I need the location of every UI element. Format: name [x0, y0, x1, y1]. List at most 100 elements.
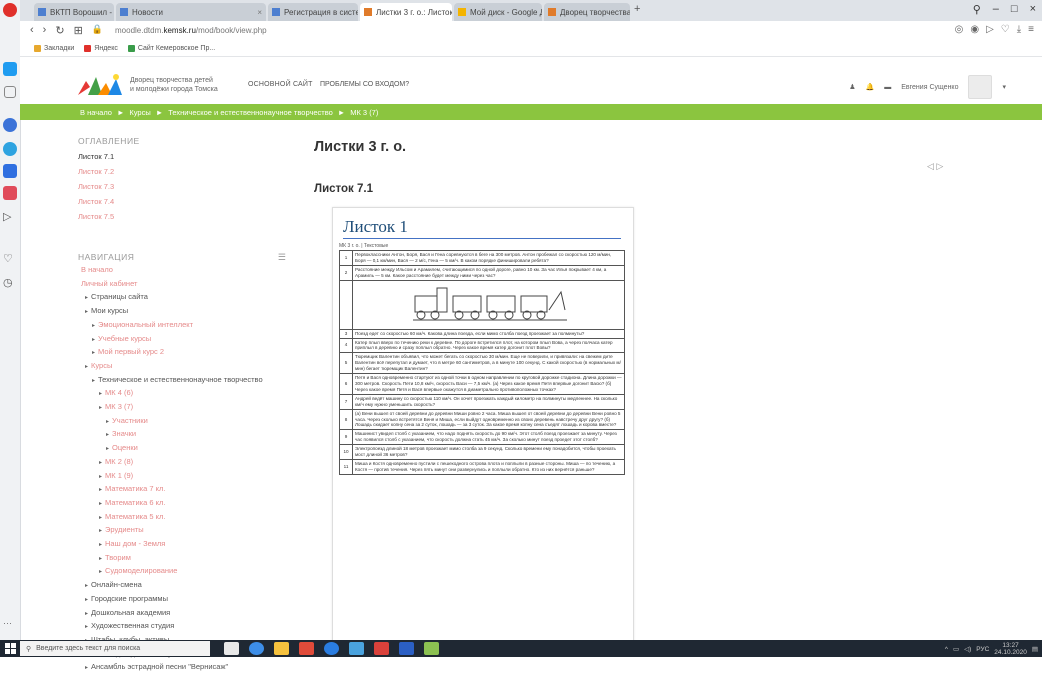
- snapshot-icon[interactable]: ◎: [955, 24, 964, 35]
- chrome-icon[interactable]: [324, 642, 339, 655]
- navigation-item[interactable]: ▸ МК 2 (8): [78, 456, 294, 470]
- navigation-item[interactable]: ▸ МК 1 (9): [78, 470, 294, 484]
- navigation-item[interactable]: ▸ МК 4 (6): [78, 387, 294, 401]
- task-view-icon[interactable]: [224, 642, 239, 655]
- close-window-button[interactable]: ×: [1030, 3, 1036, 16]
- breadcrumb-item[interactable]: В начало: [80, 108, 112, 117]
- back-icon[interactable]: ‹: [30, 24, 34, 37]
- navigation-item[interactable]: ▸ Творим: [78, 552, 294, 566]
- tab-news[interactable]: Новости ×: [116, 3, 266, 21]
- breadcrumb-item[interactable]: Курсы: [129, 108, 150, 117]
- navigation-item[interactable]: ▸ Эмоциональный интеллект: [78, 319, 294, 333]
- main-site-link[interactable]: ОСНОВНОЙ САЙТ: [248, 81, 313, 88]
- play-icon[interactable]: ▷: [986, 24, 994, 35]
- toc-item[interactable]: Листок 7.3: [78, 182, 294, 191]
- history-icon[interactable]: ◷: [3, 276, 17, 290]
- user-name[interactable]: Евгения Сущенко: [901, 84, 958, 91]
- search-tabs-icon[interactable]: ⚲: [973, 3, 981, 16]
- bell-icon[interactable]: 🔔: [866, 83, 875, 91]
- maximize-button[interactable]: □: [1011, 3, 1018, 16]
- url-field[interactable]: moodle.dtdm.kemsk.ru/mod/book/view.php: [115, 26, 267, 35]
- messages-icon[interactable]: ▬: [884, 84, 891, 91]
- navigation-item[interactable]: Личный кабинет: [78, 278, 294, 292]
- tab-google-drive[interactable]: Мой диск - Google Диск×: [454, 3, 542, 21]
- navigation-item[interactable]: ▸ Наш дом - Земля: [78, 538, 294, 552]
- messenger-icon[interactable]: [3, 62, 17, 76]
- more-icon[interactable]: ⋯: [3, 618, 17, 632]
- toc-item[interactable]: Листок 7.5: [78, 212, 294, 221]
- breadcrumb-item[interactable]: Техническое и естественнонаучное творчес…: [168, 108, 333, 117]
- navigation-item[interactable]: ▸ Курсы: [78, 360, 294, 374]
- photos-icon[interactable]: [424, 642, 439, 655]
- forward-icon[interactable]: ›: [43, 24, 47, 37]
- navigation-item[interactable]: ▸ Художественная студия: [78, 620, 294, 634]
- navigation-item[interactable]: ▸ Страницы сайта: [78, 291, 294, 305]
- new-tab-button[interactable]: +: [634, 3, 640, 15]
- pdf-icon[interactable]: [374, 642, 389, 655]
- navigation-item[interactable]: ▸ Мой первый курс 2: [78, 346, 294, 360]
- navigation-item[interactable]: ▸ Значки: [78, 428, 294, 442]
- vk-icon[interactable]: [3, 118, 17, 132]
- heart-icon[interactable]: ♡: [3, 252, 17, 266]
- home-icon[interactable]: [4, 86, 16, 98]
- tray-chevron-icon[interactable]: ^: [945, 646, 948, 653]
- vpn-icon[interactable]: ◉: [970, 24, 979, 35]
- navigation-item[interactable]: ▸ Учебные курсы: [78, 333, 294, 347]
- close-icon[interactable]: ×: [254, 8, 262, 17]
- telegram-icon[interactable]: [3, 142, 17, 156]
- download-icon[interactable]: ⤓: [1017, 24, 1021, 35]
- tab-active-page[interactable]: Листки 3 г. о.: Листок 7.1×: [360, 3, 452, 21]
- volume-icon[interactable]: ◁): [964, 645, 971, 653]
- navigation-item[interactable]: ▸ Математика 6 кл.: [78, 497, 294, 511]
- edge-icon[interactable]: [249, 642, 264, 655]
- tab-dtdm[interactable]: Дворец творчества детей×: [544, 3, 630, 21]
- opera-taskbar-icon[interactable]: [299, 642, 314, 655]
- reload-icon[interactable]: ↻: [55, 24, 64, 37]
- word-icon[interactable]: [399, 642, 414, 655]
- navigation-item[interactable]: ▸ Судомоделирование: [78, 565, 294, 579]
- whatsapp-icon[interactable]: [3, 164, 17, 178]
- chapter-navigation[interactable]: ◁ ▷: [927, 161, 943, 172]
- site-logo[interactable]: [76, 73, 124, 97]
- navigation-item[interactable]: ▸ Оценки: [78, 442, 294, 456]
- breadcrumb-item[interactable]: МК 3 (7): [350, 108, 378, 117]
- clock[interactable]: 13:27 24.10.2020: [994, 642, 1027, 656]
- player-icon[interactable]: ▷: [3, 210, 17, 224]
- explorer-icon[interactable]: [274, 642, 289, 655]
- navigation-item[interactable]: ▸ Городские программы: [78, 593, 294, 607]
- login-help-link[interactable]: ПРОБЛЕМЫ СО ВХОДОМ?: [320, 81, 409, 88]
- bookmark-item[interactable]: Яндекс: [84, 45, 118, 52]
- navigation-item[interactable]: ▸ Математика 7 кл.: [78, 483, 294, 497]
- navigation-item[interactable]: ▸ Техническое и естественнонаучное творче…: [78, 374, 294, 388]
- opera-logo-icon[interactable]: [3, 3, 17, 17]
- navigation-item[interactable]: ▸ Онлайн-смена: [78, 579, 294, 593]
- language-indicator[interactable]: РУС: [976, 646, 989, 653]
- avatar[interactable]: [968, 75, 993, 99]
- navigation-item[interactable]: ▸ Участники: [78, 415, 294, 429]
- notifications-center-icon[interactable]: ▤: [1032, 645, 1038, 653]
- notifications-icon[interactable]: ♟: [849, 83, 855, 91]
- navigation-item[interactable]: В начало: [78, 264, 294, 278]
- bookmark-item[interactable]: Сайт Кемеровское Пр...: [127, 45, 215, 52]
- navigation-item[interactable]: ▸ Мои курсы: [78, 305, 294, 319]
- toc-item[interactable]: Листок 7.1: [78, 152, 294, 161]
- taskbar-search-field[interactable]: ⚲ Введите здесь текст для поиска: [20, 641, 210, 656]
- menu-icon[interactable]: ≡: [1028, 24, 1034, 35]
- navigation-item[interactable]: ▸ Дошкольная академия: [78, 607, 294, 621]
- collections-icon[interactable]: [3, 186, 17, 200]
- tab-mail[interactable]: ВКТП Ворошил - Почта! - ...×: [34, 3, 114, 21]
- minimize-button[interactable]: –: [993, 3, 999, 16]
- heart-icon[interactable]: ♡: [1001, 24, 1010, 35]
- chevron-down-icon[interactable]: ▾: [1002, 83, 1006, 91]
- toc-item[interactable]: Листок 7.4: [78, 197, 294, 206]
- navigation-item[interactable]: ▸ Эрудиенты: [78, 524, 294, 538]
- navigation-item[interactable]: ▸ МК 3 (7): [78, 401, 294, 415]
- mail-icon[interactable]: [349, 642, 364, 655]
- windows-start-icon[interactable]: [0, 640, 20, 657]
- speed-dial-icon[interactable]: ⊞: [74, 24, 83, 37]
- block-menu-icon[interactable]: ☰: [278, 252, 286, 263]
- navigation-item[interactable]: ▸ Математика 5 кл.: [78, 511, 294, 525]
- network-icon[interactable]: ▭: [953, 645, 959, 653]
- tab-registration[interactable]: Регистрация в системе Безопасности×: [268, 3, 358, 21]
- bookmark-item[interactable]: Закладки: [34, 45, 74, 52]
